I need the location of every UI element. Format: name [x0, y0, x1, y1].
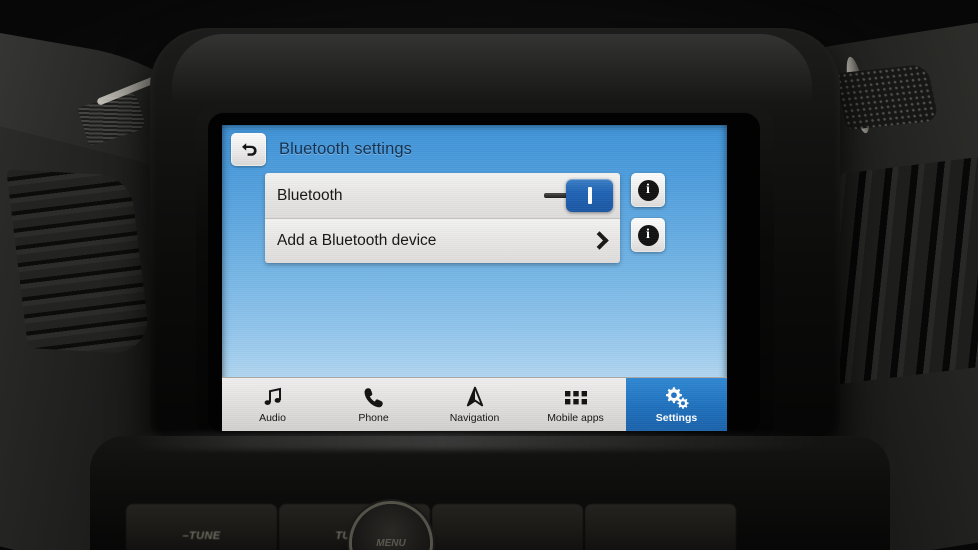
list-item-add-bluetooth-device[interactable]: Add a Bluetooth device	[265, 218, 620, 263]
nav-item-settings[interactable]: Settings	[626, 378, 727, 431]
bluetooth-row-label: Bluetooth	[277, 186, 343, 204]
info-button-add-device[interactable]: i	[631, 218, 665, 252]
console-highlight	[128, 432, 828, 450]
info-icon: i	[637, 224, 659, 246]
nav-item-audio[interactable]: Audio	[222, 378, 323, 431]
chevron-right-icon	[592, 230, 606, 252]
list-item-bluetooth[interactable]: Bluetooth	[265, 173, 620, 218]
phone-handset-icon	[362, 385, 386, 409]
speaker-grille-icon	[834, 63, 940, 131]
car-infotainment-photo: Bluetooth settings Bluetooth Add a Bluet…	[0, 0, 978, 550]
settings-list: Bluetooth Add a Bluetooth device	[265, 173, 620, 263]
head-unit-hood-highlight	[172, 34, 812, 104]
hardware-button-4[interactable]	[585, 504, 736, 550]
screen-header: Bluetooth settings	[222, 125, 727, 173]
nav-item-phone[interactable]: Phone	[323, 378, 424, 431]
info-button-bluetooth[interactable]: i	[631, 173, 665, 207]
add-device-row-label: Add a Bluetooth device	[277, 232, 437, 249]
toggle-knob-on	[566, 179, 613, 212]
hardware-button-strip: –TUNE TUNE+	[126, 504, 736, 550]
nav-item-navigation[interactable]: Navigation	[424, 378, 525, 431]
back-arrow-icon	[241, 143, 257, 156]
nav-label-audio: Audio	[259, 412, 286, 424]
nav-label-navigation: Navigation	[449, 412, 500, 424]
back-button[interactable]	[231, 132, 266, 166]
page-title: Bluetooth settings	[279, 139, 412, 158]
nav-label-mobile-apps: Mobile apps	[547, 412, 604, 424]
info-button-column: i i	[631, 173, 665, 252]
tune-down-button[interactable]: –TUNE	[126, 504, 277, 550]
gears-icon	[663, 385, 690, 409]
info-icon: i	[637, 179, 659, 201]
infotainment-screen: Bluetooth settings Bluetooth Add a Bluet…	[222, 125, 727, 431]
nav-label-settings: Settings	[655, 412, 698, 424]
air-vent-left-icon	[6, 169, 152, 355]
bottom-navigation-bar: Audio Phone Navigation Mobile apps Setti…	[222, 377, 727, 431]
navigation-arrow-icon	[463, 385, 487, 409]
nav-label-phone: Phone	[358, 412, 389, 424]
music-note-icon	[261, 385, 285, 409]
hardware-button-3[interactable]	[432, 504, 583, 550]
nav-item-mobile-apps[interactable]: Mobile apps	[525, 378, 626, 431]
bluetooth-toggle[interactable]	[544, 179, 613, 212]
apps-grid-icon	[563, 385, 589, 409]
